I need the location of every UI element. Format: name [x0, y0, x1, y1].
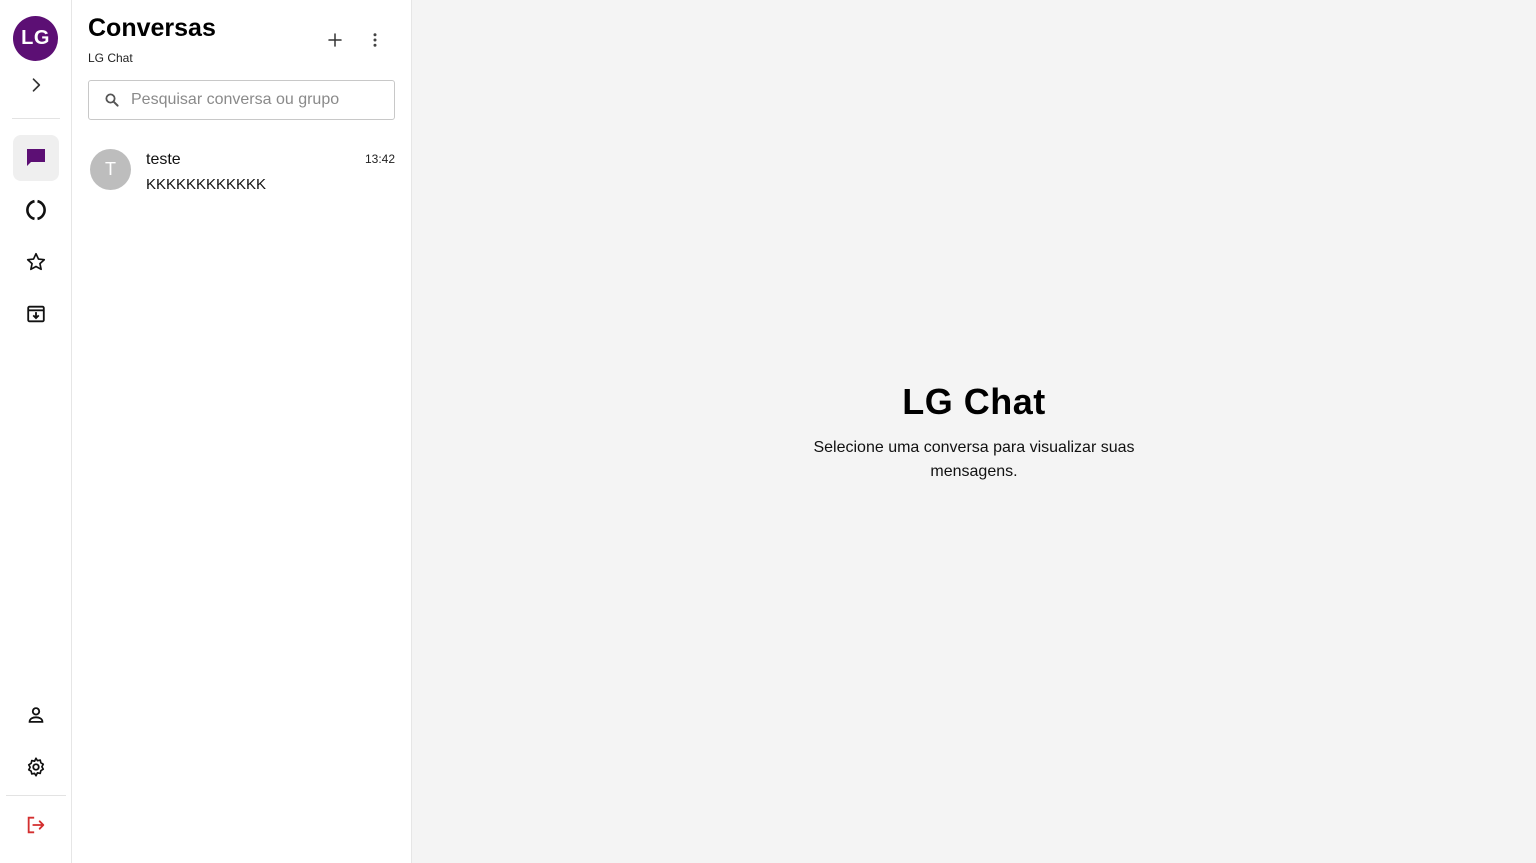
status-ring-icon	[26, 199, 46, 221]
panel-subtitle: LG Chat	[88, 51, 133, 65]
empty-state-message: Selecione uma conversa para visualizar s…	[813, 439, 1135, 480]
logout-button[interactable]	[13, 802, 59, 848]
person-icon	[28, 707, 44, 723]
chat-icon	[27, 149, 45, 166]
archive-icon	[27, 305, 45, 323]
conversations-panel: Conversas LG Chat T teste KKKKKKKKKKKK 1…	[72, 0, 412, 863]
gear-icon	[27, 757, 45, 777]
search-input[interactable]	[131, 91, 381, 109]
conversation-name: teste	[146, 151, 181, 168]
rail-divider	[6, 795, 66, 796]
search-icon	[105, 93, 119, 107]
rail-divider	[12, 118, 60, 119]
more-options-button[interactable]	[361, 26, 389, 54]
expand-rail-button[interactable]	[13, 62, 59, 108]
chats-nav-button[interactable]	[13, 135, 59, 181]
main-empty-state: LG Chat Selecione uma conversa para visu…	[412, 0, 1536, 863]
profile-nav-button[interactable]	[13, 692, 59, 738]
more-vertical-icon	[373, 33, 377, 47]
conversation-time: 13:42	[364, 152, 395, 166]
panel-title: Conversas	[88, 14, 216, 42]
empty-state-title: LG Chat	[902, 381, 1046, 422]
conversation-preview: KKKKKKKKKKKK	[146, 176, 267, 193]
archived-nav-button[interactable]	[13, 291, 59, 337]
search-box	[88, 80, 395, 120]
conversation-avatar: T	[90, 149, 131, 190]
navigation-rail: LG	[0, 0, 72, 863]
chevron-right-icon	[32, 78, 41, 92]
star-icon	[26, 252, 46, 271]
user-avatar[interactable]: LG	[13, 16, 58, 61]
new-conversation-button[interactable]	[321, 26, 349, 54]
settings-nav-button[interactable]	[13, 744, 59, 790]
status-nav-button[interactable]	[13, 187, 59, 233]
conversation-item[interactable]: T teste KKKKKKKKKKKK 13:42	[72, 140, 411, 202]
plus-icon	[328, 33, 342, 47]
logout-icon	[27, 816, 45, 834]
starred-nav-button[interactable]	[13, 239, 59, 285]
avatar-initials: LG	[21, 27, 50, 49]
